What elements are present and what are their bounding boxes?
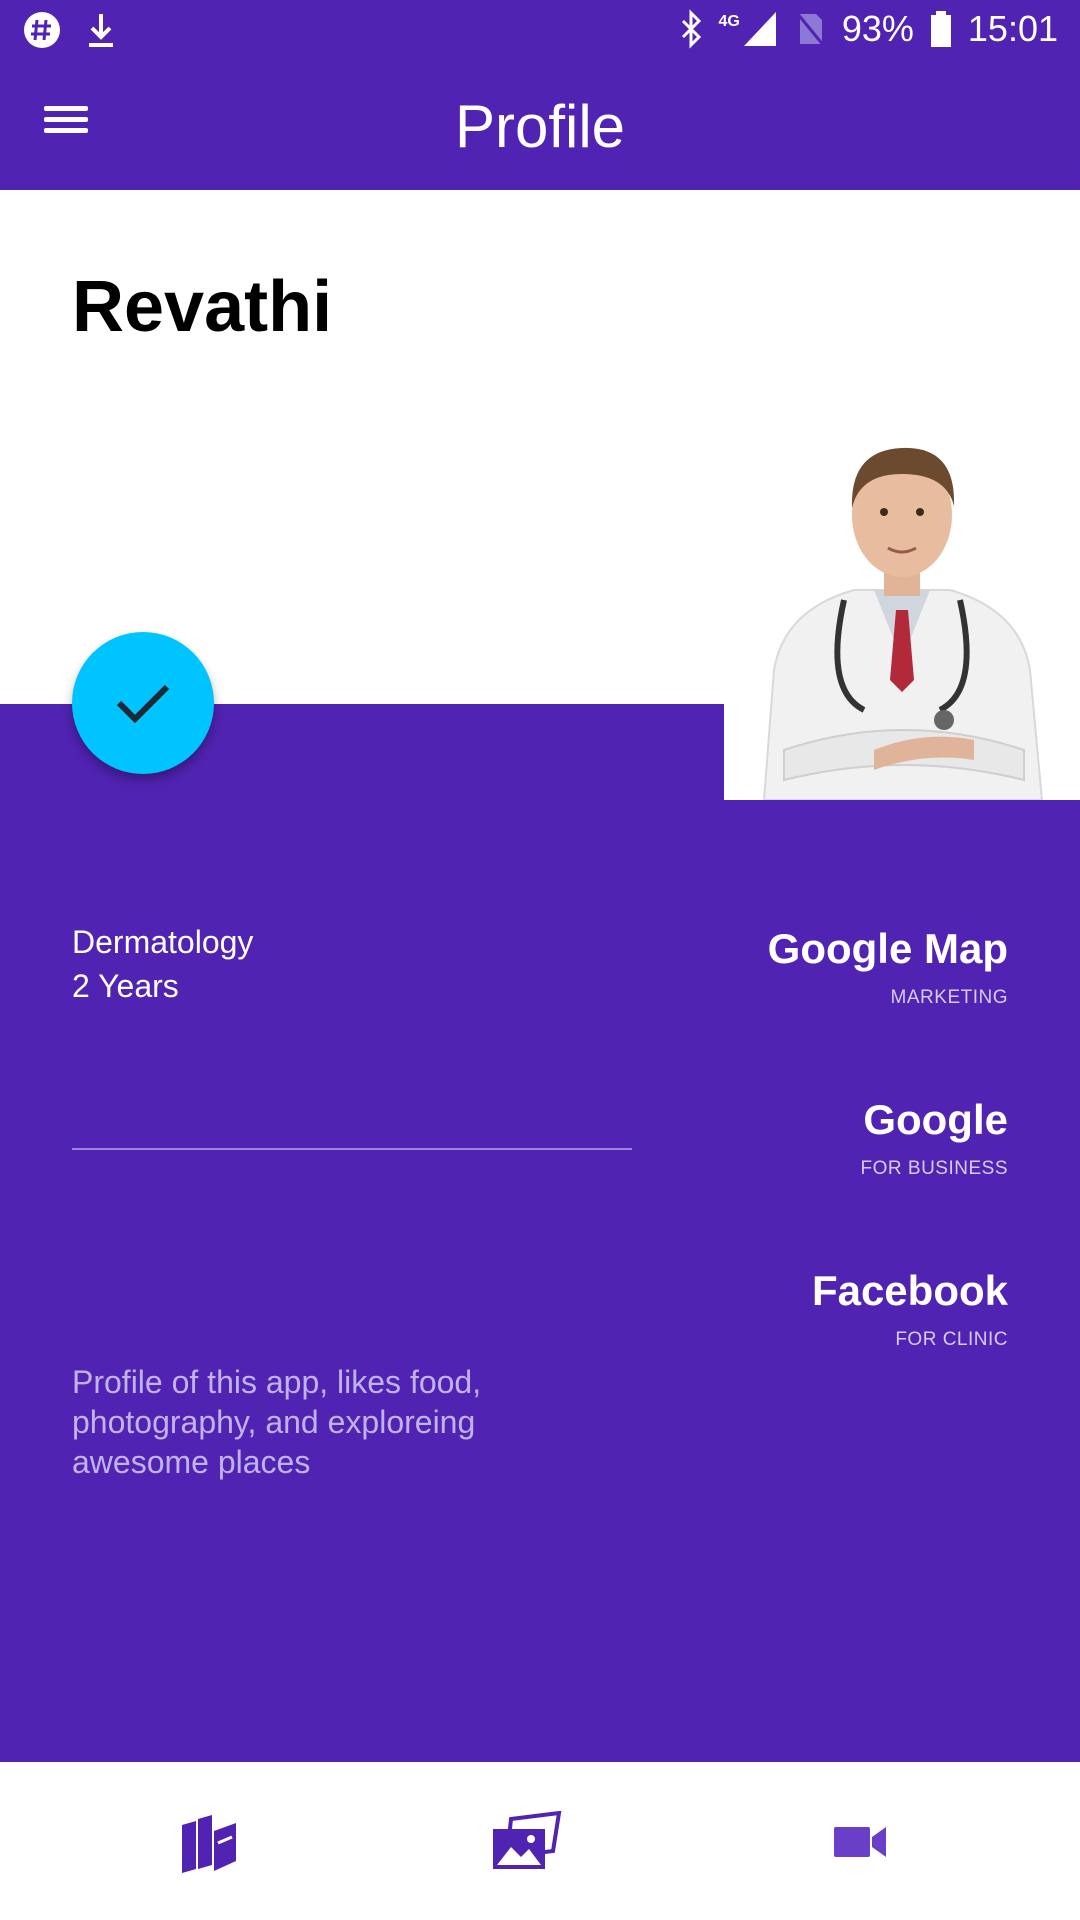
profile-specialty: Dermatology 2 Years	[72, 920, 253, 1008]
check-icon	[116, 684, 170, 724]
verified-check-button[interactable]	[72, 632, 214, 774]
battery-icon	[930, 11, 951, 47]
profile-photo	[724, 430, 1080, 801]
profile-name: Revathi	[72, 267, 333, 347]
video-camera-icon	[834, 1827, 886, 1857]
doctor-portrait-image	[762, 447, 1044, 801]
network-type: 4G	[718, 13, 740, 30]
link-title: Google	[863, 1096, 1008, 1143]
link-title: Facebook	[811, 1267, 1008, 1314]
page-title: Profile	[454, 93, 626, 160]
experience-text: 2 Years	[72, 968, 179, 1004]
link-subtitle: FOR BUSINESS	[860, 1158, 1008, 1179]
gallery-icon	[493, 1811, 562, 1869]
link-google[interactable]: Google FOR BUSINESS	[861, 1096, 1008, 1180]
specialty-text: Dermatology	[72, 924, 254, 960]
link-subtitle: MARKETING	[890, 987, 1008, 1008]
clock: 15:01	[967, 8, 1058, 49]
link-subtitle: FOR CLINIC	[895, 1329, 1008, 1350]
profile-bio: Profile of this app, likes food, photogr…	[72, 1364, 482, 1480]
no-sim-icon	[795, 12, 826, 47]
nav-gallery[interactable]	[476, 1802, 576, 1882]
profile-details-panel	[0, 704, 1080, 1762]
bluetooth-icon	[681, 9, 701, 49]
battery-percent: 93%	[841, 8, 914, 49]
download-icon	[89, 14, 113, 47]
bottom-navigation	[0, 1762, 1080, 1920]
nav-books[interactable]	[158, 1802, 258, 1882]
divider	[72, 1148, 632, 1150]
status-bar: 4G 93% 15:01	[0, 0, 1080, 60]
nav-video[interactable]	[810, 1802, 910, 1882]
hashtag-icon	[24, 12, 60, 48]
app-bar: Profile	[0, 60, 1080, 190]
link-google-map[interactable]: Google Map MARKETING	[768, 925, 1008, 1009]
link-title: Google Map	[767, 925, 1008, 972]
books-icon	[182, 1815, 236, 1873]
link-facebook[interactable]: Facebook FOR CLINIC	[812, 1267, 1008, 1351]
signal-icon	[743, 12, 776, 46]
